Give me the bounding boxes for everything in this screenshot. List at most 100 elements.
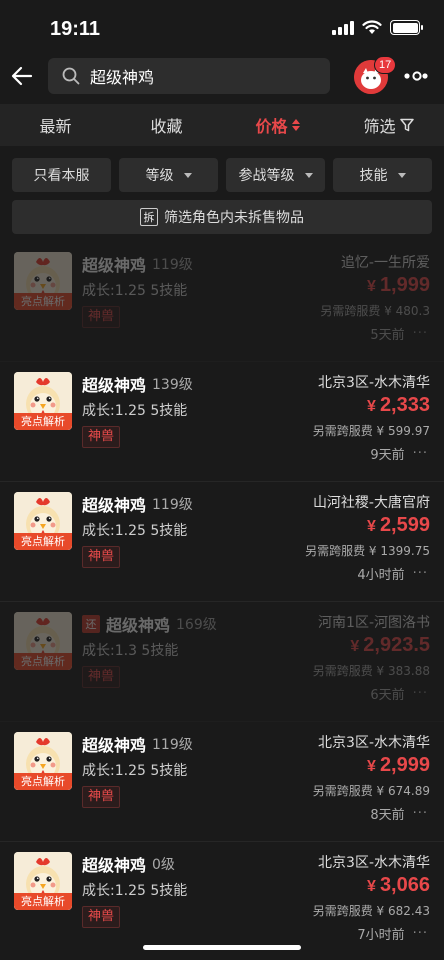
cross-server-fee: 另需跨服费 ¥ 682.43	[312, 904, 430, 918]
listed-time: 5天前	[370, 328, 405, 343]
currency-symbol: ¥	[367, 878, 376, 895]
price-value: 1,999	[379, 274, 430, 296]
exclude-unsold-filter[interactable]: 拆 筛选角色内未拆售物品	[12, 200, 432, 234]
pet-level: 169级	[176, 617, 217, 633]
highlight-analysis-tag[interactable]: 亮点解析	[14, 293, 72, 310]
server-name: 追忆-一生所爱	[340, 255, 430, 271]
back-button[interactable]	[6, 60, 38, 92]
server-name: 山河社稷-大唐官府	[312, 495, 430, 511]
divine-beast-badge: 神兽	[82, 786, 121, 808]
pet-growth: 成长:1.25 5技能	[82, 283, 188, 299]
caret-down-icon	[183, 172, 192, 178]
highlight-analysis-tag[interactable]: 亮点解析	[14, 653, 72, 670]
divine-beast-badge: 神兽	[82, 906, 121, 928]
divine-beast-badge: 神兽	[82, 426, 121, 448]
caret-down-icon	[304, 172, 313, 178]
wifi-icon	[362, 20, 382, 34]
listing: 亮点解析 超级神鸡 119级 成长:1.25 5技能 神兽 追忆-一生所爱 ¥1…	[0, 242, 444, 960]
filter-local-server[interactable]: 只看本服	[12, 158, 111, 192]
avatar[interactable]: 17	[354, 56, 397, 94]
more-options-button[interactable]	[404, 68, 428, 84]
price-value: 2,333	[379, 394, 430, 416]
pet-growth: 成长:1.25 5技能	[82, 403, 188, 419]
list-item[interactable]: 亮点解析 超级神鸡 139级 成长:1.25 5技能 神兽 北京3区-水木清华 …	[0, 362, 444, 482]
tab-latest[interactable]: 最新	[0, 113, 111, 137]
pet-level: 139级	[152, 377, 193, 393]
list-item[interactable]: 亮点解析 超级神鸡 119级 成长:1.25 5技能 神兽 追忆-一生所爱 ¥1…	[0, 242, 444, 362]
price-value: 2,923.5	[363, 634, 430, 656]
name-row: 超级神鸡 119级	[82, 732, 193, 756]
refund-badge: 还	[82, 615, 100, 633]
cross-server-fee: 另需跨服费 ¥ 674.89	[312, 784, 430, 798]
cross-server-fee: 另需跨服费 ¥ 383.88	[312, 664, 430, 678]
pet-level: 119级	[152, 737, 193, 753]
tab-filter[interactable]: 筛选	[333, 113, 444, 137]
back-arrow-icon	[11, 66, 33, 86]
split-sale-icon: 拆	[140, 208, 158, 226]
signal-icon	[332, 20, 354, 35]
listed-time: 9天前	[370, 448, 405, 463]
pet-name: 超级神鸡	[82, 376, 147, 395]
tab-price[interactable]: 价格	[222, 113, 333, 137]
server-name: 北京3区-水木清华	[318, 375, 430, 391]
highlight-analysis-tag[interactable]: 亮点解析	[14, 533, 72, 550]
list-item[interactable]: 亮点解析 超级神鸡 0级 成长:1.25 5技能 神兽 北京3区-水木清华 ¥3…	[0, 842, 444, 960]
highlight-analysis-tag[interactable]: 亮点解析	[14, 893, 72, 910]
battery-icon	[390, 20, 423, 35]
listed-time: 4小时前	[357, 568, 405, 583]
item-more-button[interactable]: ···	[413, 806, 428, 821]
cross-server-fee: 另需跨服费 ¥ 599.97	[312, 424, 430, 438]
pet-growth: 成长:1.25 5技能	[82, 523, 188, 539]
price: ¥2,333	[367, 394, 430, 417]
home-indicator	[143, 945, 301, 950]
price: ¥2,999	[367, 754, 430, 777]
more-icon	[404, 71, 428, 81]
filter-level[interactable]: 等级	[119, 158, 218, 192]
search-input[interactable]: 超级神鸡	[48, 58, 330, 94]
price: ¥1,999	[367, 274, 430, 297]
list-item[interactable]: 亮点解析 超级神鸡 119级 成长:1.25 5技能 神兽 北京3区-水木清华 …	[0, 722, 444, 842]
sort-tabs: 最新 收藏 价格 筛选	[0, 104, 444, 146]
name-row: 超级神鸡 119级	[82, 252, 193, 276]
tab-favorites[interactable]: 收藏	[111, 113, 222, 137]
pet-thumbnail: 亮点解析	[14, 732, 72, 790]
list-item[interactable]: 亮点解析 超级神鸡 119级 成长:1.25 5技能 神兽 山河社稷-大唐官府 …	[0, 482, 444, 602]
price: ¥2,599	[367, 514, 430, 537]
pet-level: 119级	[152, 497, 193, 513]
item-more-button[interactable]: ···	[413, 926, 428, 941]
price-value: 3,066	[379, 874, 430, 896]
pet-name: 超级神鸡	[106, 616, 171, 635]
item-more-button[interactable]: ···	[413, 686, 428, 701]
price: ¥2,923.5	[350, 634, 430, 657]
server-name: 北京3区-水木清华	[318, 855, 430, 871]
sort-arrows-icon	[291, 119, 300, 131]
pet-thumbnail: 亮点解析	[14, 372, 72, 430]
pet-thumbnail: 亮点解析	[14, 852, 72, 910]
price-value: 2,999	[379, 754, 430, 776]
server-name: 北京3区-水木清华	[318, 735, 430, 751]
currency-symbol: ¥	[367, 398, 376, 415]
price-value: 2,599	[379, 514, 430, 536]
highlight-analysis-tag[interactable]: 亮点解析	[14, 773, 72, 790]
filter-battle-level[interactable]: 参战等级	[226, 158, 325, 192]
item-more-button[interactable]: ···	[413, 326, 428, 341]
listed-time: 8天前	[370, 808, 405, 823]
status-bar: 19:11	[0, 0, 444, 52]
pet-name: 超级神鸡	[82, 736, 147, 755]
notification-badge: 17	[374, 56, 397, 74]
time-row: 7小时前 ···	[357, 924, 428, 943]
price: ¥3,066	[367, 874, 430, 897]
pet-name: 超级神鸡	[82, 256, 147, 275]
pet-name: 超级神鸡	[82, 496, 147, 515]
pet-thumbnail: 亮点解析	[14, 612, 72, 670]
item-more-button[interactable]: ···	[413, 446, 428, 461]
highlight-analysis-tag[interactable]: 亮点解析	[14, 413, 72, 430]
item-more-button[interactable]: ···	[413, 566, 428, 581]
pet-level: 119级	[152, 257, 193, 273]
search-icon	[62, 67, 80, 85]
filter-skills[interactable]: 技能	[333, 158, 432, 192]
pet-thumbnail: 亮点解析	[14, 492, 72, 550]
cross-server-fee: 另需跨服费 ¥ 1399.75	[305, 544, 430, 558]
list-item[interactable]: 亮点解析 还 超级神鸡 169级 成长:1.3 5技能 神兽 河南1区-河图洛书…	[0, 602, 444, 722]
name-row: 超级神鸡 0级	[82, 852, 175, 876]
